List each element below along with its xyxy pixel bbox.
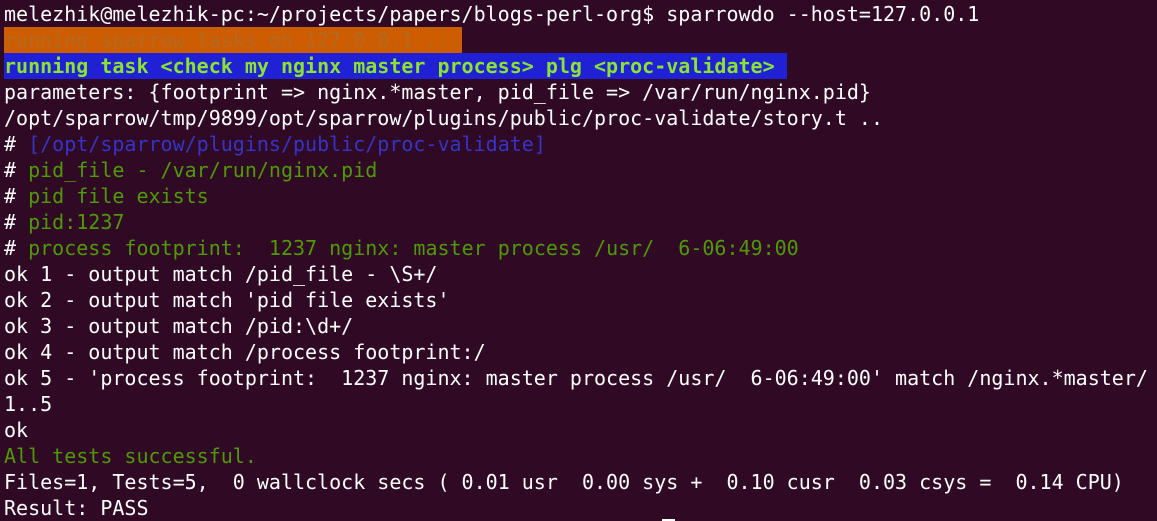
terminal-text-segment: # <box>4 236 29 260</box>
terminal-text-segment: # <box>4 158 29 182</box>
terminal-line: ok 4 - output match /process footprint:/ <box>4 339 1157 365</box>
terminal-line: running sparrow tasks on 127.0.0.1 ... <box>4 27 1157 53</box>
terminal-line: melezhik@melezhik-pc:~/projects/papers/b… <box>4 1 1157 27</box>
terminal-line: # process footprint: 1237 nginx: master … <box>4 235 1157 261</box>
terminal-text-segment: # <box>4 210 29 234</box>
terminal-line: # pid file exists <box>4 183 1157 209</box>
terminal-text-segment: ok 3 - output match /pid:\d+/ <box>4 314 354 338</box>
terminal-text-segment: [/opt/sparrow/plugins/public/proc-valida… <box>28 132 546 156</box>
terminal-line: Files=1, Tests=5, 0 wallclock secs ( 0.0… <box>4 469 1157 495</box>
terminal-text-segment: running sparrow tasks on 127.0.0.1 ... <box>4 27 462 53</box>
terminal-text-segment: 1..5 <box>4 392 53 416</box>
terminal-text-segment: process footprint: 1237 nginx: master pr… <box>28 236 799 260</box>
terminal-line: 1..5 <box>4 391 1157 417</box>
terminal-text-segment: /opt/sparrow/tmp/9899/opt/sparrow/plugin… <box>4 106 883 130</box>
terminal-text-segment: melezhik@melezhik-pc:~/projects/papers/b… <box>4 2 980 26</box>
terminal-line: ok 2 - output match 'pid file exists' <box>4 287 1157 313</box>
terminal-text-segment: running task <check my nginx master proc… <box>4 53 787 79</box>
terminal-line: All tests successful. <box>4 443 1157 469</box>
terminal-text-segment: Result: PASS <box>4 496 149 520</box>
terminal-line: # [/opt/sparrow/plugins/public/proc-vali… <box>4 131 1157 157</box>
terminal-line: parameters: {footprint => nginx.*master,… <box>4 79 1157 105</box>
terminal-line: running task <check my nginx master proc… <box>4 53 1157 79</box>
terminal-text-segment: ok 4 - output match /process footprint:/ <box>4 340 486 364</box>
terminal-text-segment: pid_file - /var/run/nginx.pid <box>28 158 378 182</box>
terminal-text-segment: ok <box>4 418 29 442</box>
terminal-text-segment: pid file exists <box>28 184 209 208</box>
terminal-text-segment: ok 1 - output match /pid_file - \S+/ <box>4 262 438 286</box>
terminal-text-segment: ok 2 - output match 'pid file exists' <box>4 288 450 312</box>
terminal-text-segment: pid:1237 <box>28 210 125 234</box>
terminal-line: # pid_file - /var/run/nginx.pid <box>4 157 1157 183</box>
terminal-text-segment: # <box>4 132 29 156</box>
terminal-output[interactable]: melezhik@melezhik-pc:~/projects/papers/b… <box>4 1 1157 521</box>
terminal-line: # pid:1237 <box>4 209 1157 235</box>
terminal-text-segment: parameters: {footprint => nginx.*master,… <box>4 80 871 104</box>
terminal-line: ok 1 - output match /pid_file - \S+/ <box>4 261 1157 287</box>
terminal-line: ok 5 - 'process footprint: 1237 nginx: m… <box>4 365 1157 391</box>
terminal-line: ok 3 - output match /pid:\d+/ <box>4 313 1157 339</box>
terminal-line: ok <box>4 417 1157 443</box>
terminal-line: Result: PASS <box>4 495 1157 521</box>
terminal-text-segment: Files=1, Tests=5, 0 wallclock secs ( 0.0… <box>4 470 1124 494</box>
terminal-text-segment: # <box>4 184 29 208</box>
terminal-text-segment: ok 5 - 'process footprint: 1237 nginx: m… <box>4 366 1148 390</box>
terminal-text-segment: All tests successful. <box>4 444 257 468</box>
terminal-line: /opt/sparrow/tmp/9899/opt/sparrow/plugin… <box>4 105 1157 131</box>
